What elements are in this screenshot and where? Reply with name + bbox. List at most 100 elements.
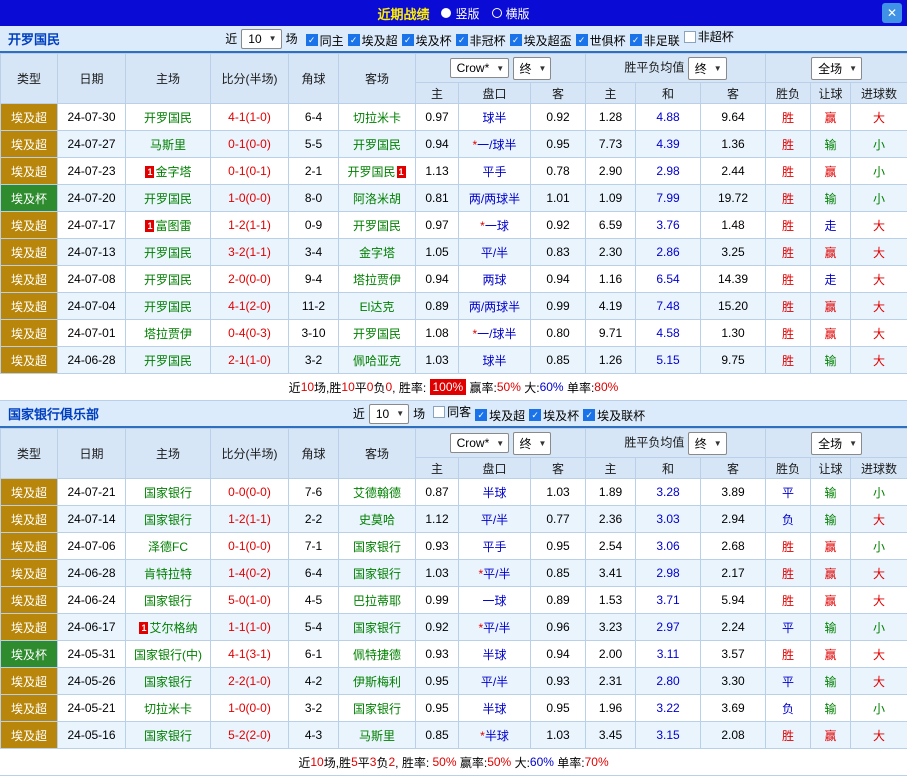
away-team-cell[interactable]: 艾德翰德 bbox=[339, 479, 416, 506]
col-date: 日期 bbox=[58, 54, 126, 104]
away-team-cell[interactable]: 巴拉蒂耶 bbox=[339, 587, 416, 614]
home-team-cell[interactable]: 泽德FC bbox=[126, 533, 211, 560]
home-team-cell[interactable]: 开罗国民 bbox=[126, 185, 211, 212]
checkbox-checked-icon[interactable]: ✓ bbox=[630, 34, 642, 46]
home-team-cell[interactable]: 国家银行 bbox=[126, 587, 211, 614]
checkbox-unchecked-icon[interactable] bbox=[433, 406, 445, 418]
away-team-cell[interactable]: 阿洛米胡 bbox=[339, 185, 416, 212]
away-team-cell[interactable]: 佩哈亚克 bbox=[339, 347, 416, 374]
checkbox-checked-icon[interactable]: ✓ bbox=[583, 409, 595, 421]
checkbox-checked-icon[interactable]: ✓ bbox=[306, 34, 318, 46]
checkbox-checked-icon[interactable]: ✓ bbox=[402, 34, 414, 46]
summary-segment: 60% bbox=[530, 755, 554, 769]
filter-checkbox-埃及超[interactable]: ✓埃及超 bbox=[475, 407, 525, 424]
full-match-select[interactable]: 全场▼ bbox=[811, 432, 862, 455]
filter-checkbox-同客[interactable]: 同客 bbox=[433, 403, 471, 420]
checkbox-checked-icon[interactable]: ✓ bbox=[529, 409, 541, 421]
away-team-cell[interactable]: 塔拉贾伊 bbox=[339, 266, 416, 293]
match-count-select[interactable]: 10▼ bbox=[241, 29, 281, 49]
home-team-cell[interactable]: 国家银行(中) bbox=[126, 641, 211, 668]
home-team-cell[interactable]: 开罗国民 bbox=[126, 347, 211, 374]
layout-option-label: 竖版 bbox=[455, 5, 479, 22]
home-team-cell[interactable]: 塔拉贾伊 bbox=[126, 320, 211, 347]
avg-state-select[interactable]: 终▼ bbox=[688, 432, 727, 455]
home-team-cell[interactable]: 马斯里 bbox=[126, 131, 211, 158]
home-team-cell[interactable]: 肯特拉特 bbox=[126, 560, 211, 587]
home-team-cell[interactable]: 国家银行 bbox=[126, 722, 211, 749]
corner-cell: 3-10 bbox=[289, 320, 339, 347]
home-team-cell[interactable]: 国家银行 bbox=[126, 506, 211, 533]
odds-state-select[interactable]: 终▼ bbox=[513, 432, 552, 455]
layout-option-vertical[interactable]: 竖版 bbox=[441, 5, 479, 22]
full-match-select[interactable]: 全场▼ bbox=[811, 57, 862, 80]
match-count-select[interactable]: 10▼ bbox=[369, 404, 409, 424]
away-team-cell[interactable]: 伊斯梅利 bbox=[339, 668, 416, 695]
layout-option-horizontal[interactable]: 横版 bbox=[492, 5, 530, 22]
filter-checkbox-埃及超盃[interactable]: ✓埃及超盃 bbox=[510, 32, 572, 49]
home-odds-cell: 0.89 bbox=[416, 293, 459, 320]
filter-checkbox-埃及超[interactable]: ✓埃及超 bbox=[348, 32, 398, 49]
filter-checkbox-非足联[interactable]: ✓非足联 bbox=[630, 32, 680, 49]
home-team-cell[interactable]: 国家银行 bbox=[126, 668, 211, 695]
filter-checkbox-世俱杯[interactable]: ✓世俱杯 bbox=[576, 32, 626, 49]
away-team-cell[interactable]: 开罗国民1 bbox=[339, 158, 416, 185]
date-cell: 24-06-28 bbox=[58, 560, 126, 587]
away-team-cell[interactable]: 史莫哈 bbox=[339, 506, 416, 533]
away-team-cell[interactable]: 国家银行 bbox=[339, 695, 416, 722]
home-team-cell[interactable]: 国家银行 bbox=[126, 479, 211, 506]
away-team-cell[interactable]: 开罗国民 bbox=[339, 212, 416, 239]
checkbox-checked-icon[interactable]: ✓ bbox=[576, 34, 588, 46]
away-team-cell[interactable]: 开罗国民 bbox=[339, 320, 416, 347]
home-team-cell[interactable]: 开罗国民 bbox=[126, 104, 211, 131]
away-odds-cell: 0.95 bbox=[531, 533, 586, 560]
home-team-cell[interactable]: 开罗国民 bbox=[126, 293, 211, 320]
filter-checkbox-非冠杯[interactable]: ✓非冠杯 bbox=[456, 32, 506, 49]
home-team-cell[interactable]: 1艾尔格纳 bbox=[126, 614, 211, 641]
score-cell: 4-1(1-0) bbox=[211, 104, 289, 131]
away-team-cell[interactable]: 佩特捷德 bbox=[339, 641, 416, 668]
away-team-cell[interactable]: 国家银行 bbox=[339, 560, 416, 587]
score-cell: 0-1(0-0) bbox=[211, 533, 289, 560]
home-team-cell[interactable]: 开罗国民 bbox=[126, 239, 211, 266]
home-team-cell[interactable]: 切拉米卡 bbox=[126, 695, 211, 722]
home-team-cell[interactable]: 1富图雷 bbox=[126, 212, 211, 239]
handicap-cell: 半球 bbox=[459, 695, 531, 722]
away-team-cell[interactable]: 切拉米卡 bbox=[339, 104, 416, 131]
result-cell: 胜 bbox=[766, 212, 811, 239]
away-team-cell[interactable]: 马斯里 bbox=[339, 722, 416, 749]
avg-state-select[interactable]: 终▼ bbox=[688, 57, 727, 80]
home-team-cell[interactable]: 1金字塔 bbox=[126, 158, 211, 185]
result-cell: 胜 bbox=[766, 266, 811, 293]
checkbox-label: 世俱杯 bbox=[590, 32, 626, 49]
home-odds-cell: 0.93 bbox=[416, 641, 459, 668]
handicap-cell: 半球 bbox=[459, 641, 531, 668]
odds-source-select[interactable]: Crow*▼ bbox=[450, 58, 510, 78]
radio-unselected-icon[interactable] bbox=[492, 8, 502, 18]
result-cell: 胜 bbox=[766, 641, 811, 668]
table-row: 埃及超24-05-21切拉米卡1-0(0-0)3-2国家银行0.95半球0.95… bbox=[1, 695, 907, 722]
close-icon[interactable]: ✕ bbox=[882, 3, 902, 23]
filter-checkbox-非超杯[interactable]: 非超杯 bbox=[684, 28, 734, 45]
odds-source-select[interactable]: Crow*▼ bbox=[450, 433, 510, 453]
away-team-cell[interactable]: 国家银行 bbox=[339, 614, 416, 641]
home-team-cell[interactable]: 开罗国民 bbox=[126, 266, 211, 293]
league-type-cell: 埃及超 bbox=[1, 587, 58, 614]
filter-checkbox-同主[interactable]: ✓同主 bbox=[306, 32, 344, 49]
filter-checkbox-埃及杯[interactable]: ✓埃及杯 bbox=[402, 32, 452, 49]
away-team-cell[interactable]: 金字塔 bbox=[339, 239, 416, 266]
checkbox-checked-icon[interactable]: ✓ bbox=[348, 34, 360, 46]
away-team-cell[interactable]: El达克 bbox=[339, 293, 416, 320]
checkbox-label: 埃及超 bbox=[489, 407, 525, 424]
checkbox-checked-icon[interactable]: ✓ bbox=[456, 34, 468, 46]
filter-checkbox-埃及杯[interactable]: ✓埃及杯 bbox=[529, 407, 579, 424]
corner-cell: 6-4 bbox=[289, 560, 339, 587]
away-team-cell[interactable]: 国家银行 bbox=[339, 533, 416, 560]
checkbox-checked-icon[interactable]: ✓ bbox=[475, 409, 487, 421]
checkbox-checked-icon[interactable]: ✓ bbox=[510, 34, 522, 46]
away-team-cell[interactable]: 开罗国民 bbox=[339, 131, 416, 158]
radio-selected-icon[interactable] bbox=[441, 8, 451, 18]
checkbox-unchecked-icon[interactable] bbox=[684, 31, 696, 43]
filter-checkbox-埃及联杯[interactable]: ✓埃及联杯 bbox=[583, 407, 645, 424]
odds-state-select[interactable]: 终▼ bbox=[513, 57, 552, 80]
score-cell: 0-1(0-0) bbox=[211, 131, 289, 158]
